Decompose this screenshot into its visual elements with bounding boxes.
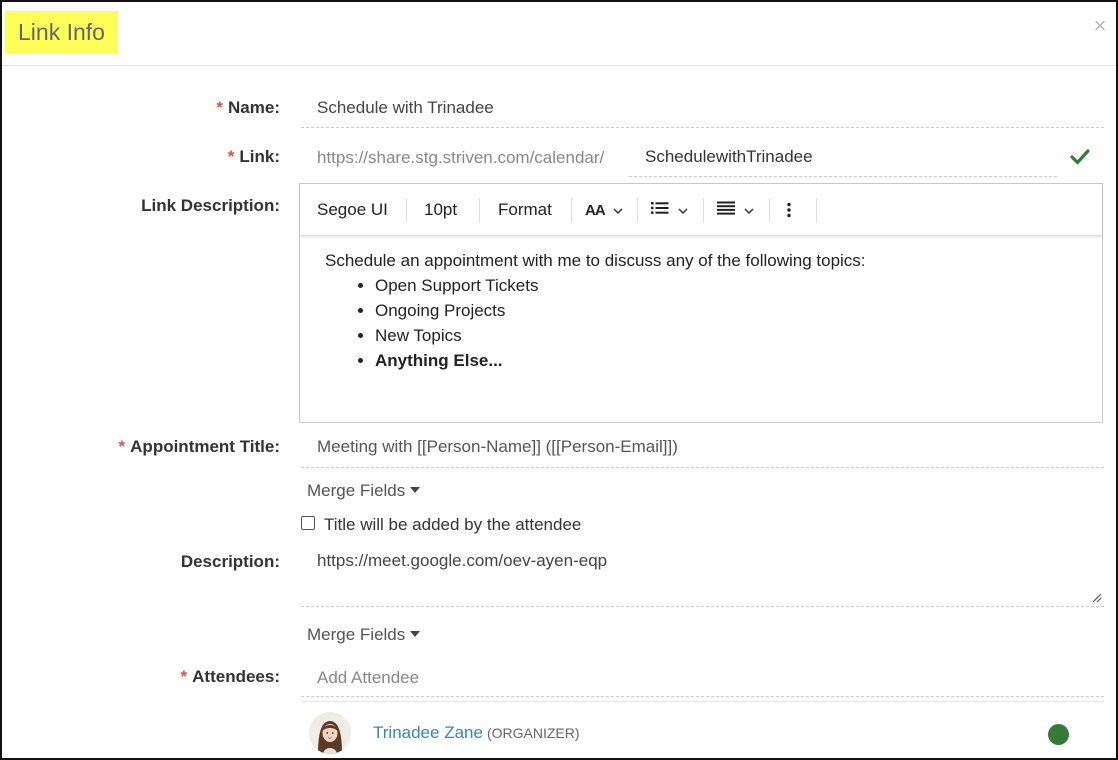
align-icon bbox=[717, 201, 735, 215]
name-label-text: Name: bbox=[228, 98, 280, 117]
topic-list: Open Support Tickets Ongoing Projects Ne… bbox=[325, 273, 1085, 373]
list-icon bbox=[651, 202, 669, 214]
list-dropdown[interactable] bbox=[651, 199, 691, 221]
appointment-title-underline bbox=[301, 467, 1104, 468]
caret-down-icon bbox=[410, 631, 421, 637]
link-prefix: https://share.stg.striven.com/calendar/ bbox=[317, 148, 605, 167]
align-dropdown[interactable] bbox=[717, 199, 757, 221]
appointment-title-label: * Appointment Title: bbox=[119, 437, 280, 457]
resize-handle-icon[interactable] bbox=[1092, 593, 1102, 603]
editor-content[interactable]: Schedule an appointment with me to discu… bbox=[325, 248, 1085, 373]
list-item: Open Support Tickets bbox=[375, 273, 1085, 298]
attendee-name: Trinadee Zane bbox=[373, 723, 483, 742]
link-info-dialog: Link Info × * Name: Schedule with Trinade… bbox=[0, 0, 1118, 760]
list-item: Anything Else... bbox=[375, 348, 1085, 373]
close-icon[interactable]: × bbox=[1090, 13, 1110, 39]
merge-fields-label: Merge Fields bbox=[307, 481, 406, 500]
required-marker: * bbox=[227, 147, 235, 166]
text-style-icon: AA bbox=[585, 202, 606, 219]
link-label: * Link: bbox=[228, 147, 280, 167]
text-style-dropdown[interactable]: AA bbox=[585, 199, 625, 221]
editor-toolbar: Segoe UI 10pt Format AA bbox=[300, 184, 1102, 236]
appointment-title-label-text: Appointment Title: bbox=[130, 437, 280, 456]
merge-fields-dropdown[interactable]: Merge Fields bbox=[307, 481, 421, 501]
chevron-down-icon bbox=[613, 208, 623, 215]
toolbar-divider bbox=[406, 198, 407, 222]
attendee-divider bbox=[301, 701, 1104, 702]
link-label-text: Link: bbox=[239, 147, 280, 166]
attendees-label-text: Attendees: bbox=[192, 667, 280, 686]
name-input[interactable]: Schedule with Trinadee bbox=[317, 98, 494, 118]
required-marker: * bbox=[118, 437, 126, 456]
attendee-role: (ORGANIZER) bbox=[486, 725, 580, 741]
toolbar-divider bbox=[637, 198, 638, 222]
more-options-button[interactable] bbox=[787, 199, 797, 221]
chevron-down-icon bbox=[744, 208, 754, 215]
more-vertical-icon bbox=[787, 202, 791, 218]
description-value: https://meet.google.com/oev-ayen-eqp bbox=[317, 551, 608, 570]
appointment-title-input[interactable]: Meeting with [[Person-Name]] ([[Person-E… bbox=[317, 437, 678, 457]
required-marker: * bbox=[180, 667, 188, 686]
font-size-dropdown[interactable]: 10pt bbox=[424, 199, 457, 221]
attendees-label: * Attendees: bbox=[181, 667, 280, 687]
toolbar-divider bbox=[769, 198, 770, 222]
font-family-dropdown[interactable]: Segoe UI bbox=[317, 199, 388, 221]
link-slug-input[interactable]: SchedulewithTrinadee bbox=[645, 147, 813, 167]
add-attendee-input[interactable]: Add Attendee bbox=[317, 668, 419, 688]
caret-down-icon bbox=[410, 487, 421, 493]
description-textarea[interactable]: https://meet.google.com/oev-ayen-eqp bbox=[301, 542, 1104, 607]
toolbar-divider bbox=[479, 198, 480, 222]
dialog-title: Link Info bbox=[5, 11, 118, 54]
toolbar-divider bbox=[571, 198, 572, 222]
name-label: * Name: bbox=[216, 98, 280, 118]
merge-fields-dropdown[interactable]: Merge Fields bbox=[307, 625, 421, 645]
list-item: New Topics bbox=[375, 323, 1085, 348]
toolbar-divider bbox=[816, 198, 817, 222]
link-slug-underline bbox=[629, 176, 1057, 177]
dialog-header: Link Info × bbox=[2, 2, 1116, 66]
title-attendee-checkbox-label: Title will be added by the attendee bbox=[324, 515, 582, 534]
link-description-label: Link Description: bbox=[141, 196, 280, 215]
name-input-underline bbox=[301, 127, 1104, 128]
merge-fields-label: Merge Fields bbox=[307, 625, 406, 644]
attendee-name-link[interactable]: Trinadee Zane (ORGANIZER) bbox=[373, 723, 580, 743]
avatar-illustration bbox=[309, 712, 351, 754]
rich-text-editor: Segoe UI 10pt Format AA Schedule an appo… bbox=[299, 183, 1103, 423]
check-icon bbox=[1070, 149, 1090, 165]
avatar bbox=[309, 712, 351, 754]
format-dropdown[interactable]: Format bbox=[498, 199, 552, 221]
chevron-down-icon bbox=[678, 208, 688, 215]
toolbar-divider bbox=[703, 198, 704, 222]
description-label: Description: bbox=[180, 552, 280, 571]
editor-intro-text: Schedule an appointment with me to discu… bbox=[325, 251, 866, 270]
add-attendee-underline bbox=[301, 696, 1104, 697]
required-marker: * bbox=[216, 98, 224, 117]
list-item: Ongoing Projects bbox=[375, 298, 1085, 323]
title-attendee-checkbox[interactable] bbox=[301, 516, 315, 530]
attendee-status-dot bbox=[1048, 724, 1069, 745]
